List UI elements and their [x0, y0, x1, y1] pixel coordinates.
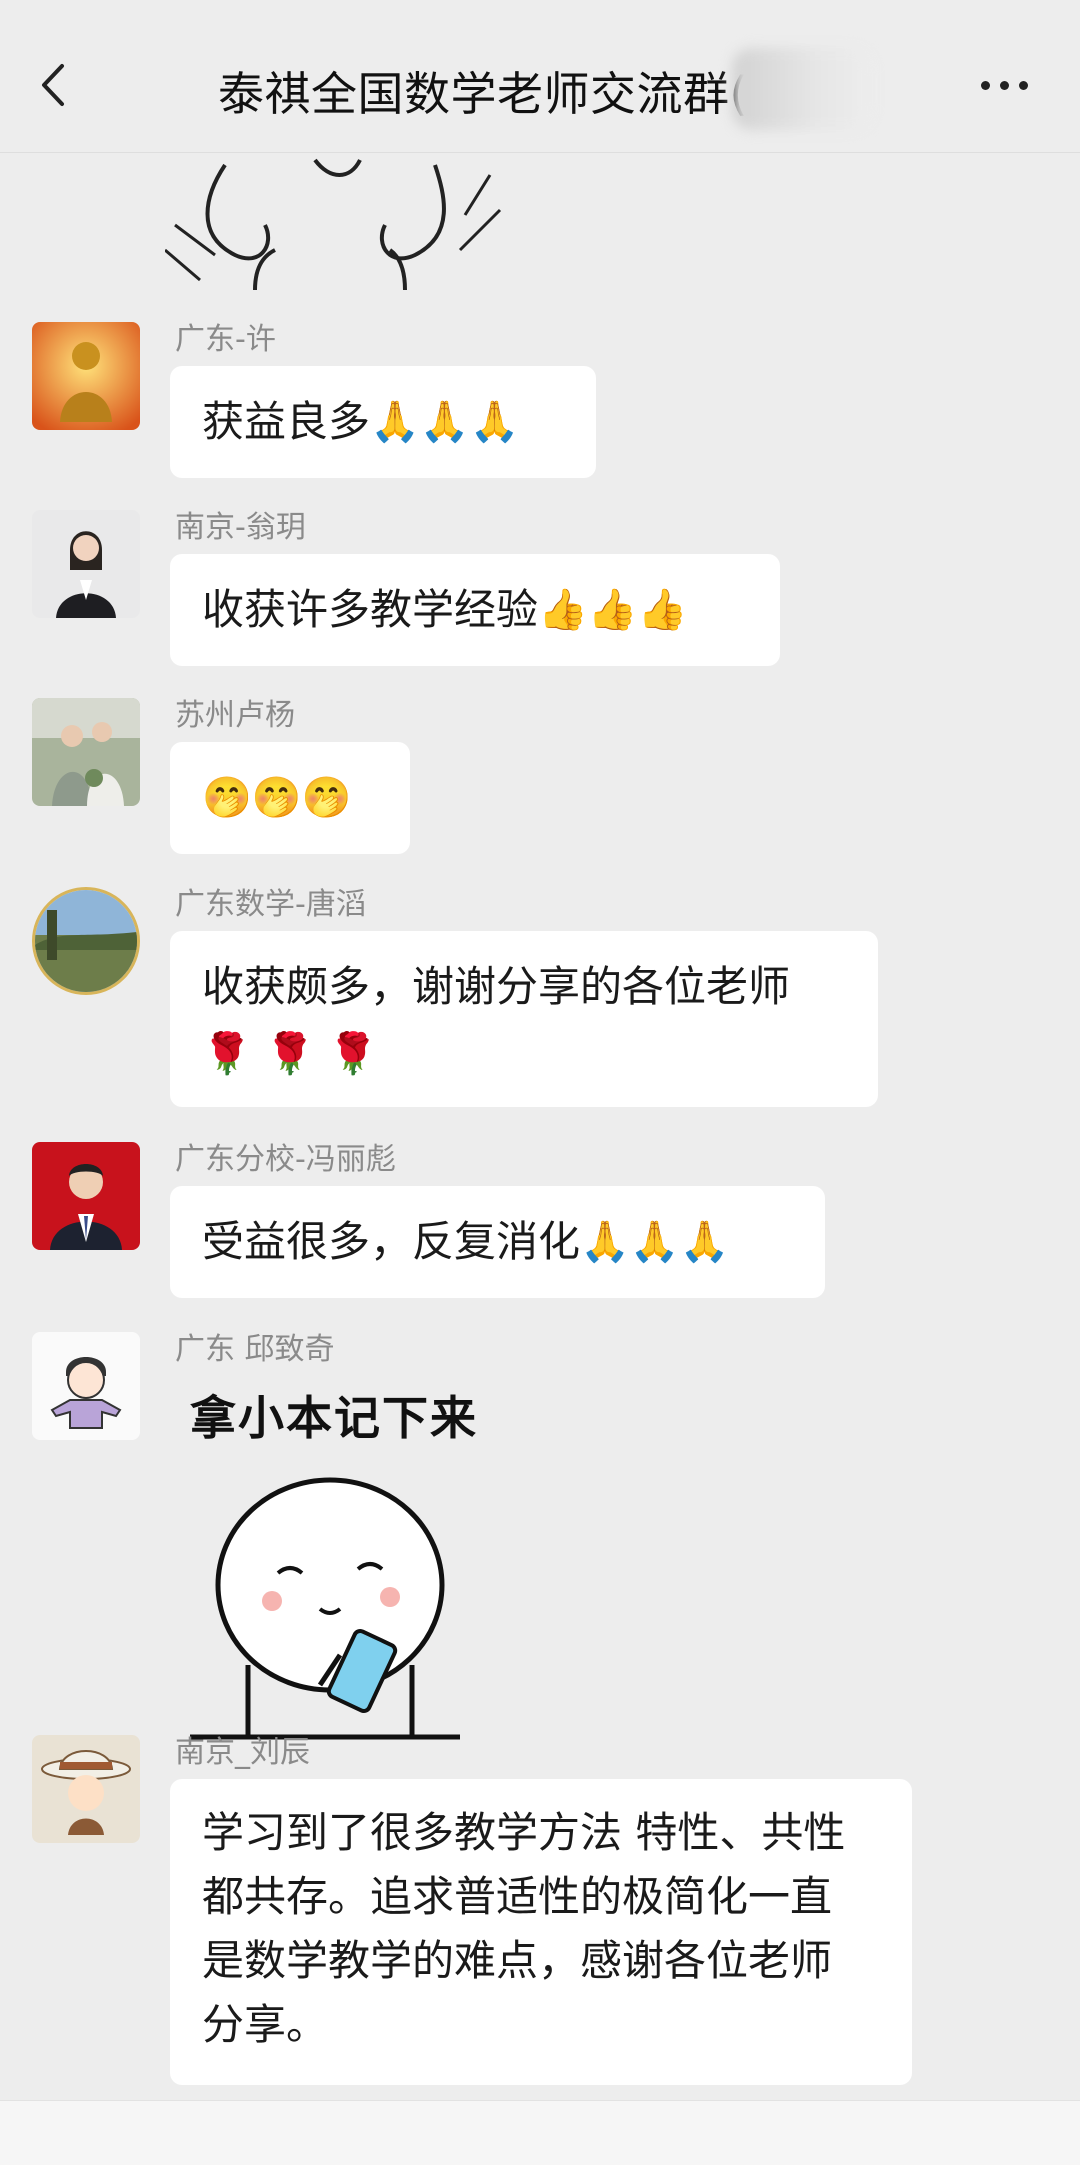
chevron-left-icon — [42, 64, 64, 106]
message-bubble[interactable]: 🤭 🤭 🤭 — [170, 742, 410, 854]
thumbs-up-emoji: 👍 — [538, 587, 588, 633]
sticker-caption: 拿小本记下来 — [190, 1391, 478, 1445]
message-bubble[interactable]: 学习到了很多教学方法 特性、共性 都共存。追求普适性的极简化一直 是数学教学的难… — [170, 1779, 912, 2085]
sender-name: 广东 邱致奇 — [175, 1332, 335, 1367]
rose-emoji: 🌹 — [202, 1030, 252, 1077]
cartoon-boy-avatar[interactable] — [32, 1332, 140, 1440]
sender-name: 苏州卢杨 — [175, 698, 295, 733]
pray-emoji: 🙏 — [580, 1219, 630, 1265]
chat-header: 泰祺全国数学老师交流群( — [0, 20, 1080, 153]
pray-emoji: 🙏 — [679, 1219, 730, 1265]
message-text-line: 是数学教学的难点，感谢各位老师 — [202, 1936, 833, 1985]
message-bubble[interactable]: 获益良多 🙏 🙏 🙏 — [170, 366, 596, 478]
pray-emoji: 🙏 — [419, 399, 470, 445]
thumbs-up-emoji: 👍 — [587, 587, 638, 633]
sender-name: 广东分校-冯丽彪 — [175, 1142, 396, 1177]
pray-emoji: 🙏 — [629, 1219, 680, 1265]
message-text: 受益很多，反复消化 — [202, 1217, 581, 1266]
sender-name: 南京_刘辰 — [175, 1735, 310, 1770]
rose-emoji: 🌹 — [328, 1030, 379, 1077]
face-hand-over-mouth-emoji: 🤭 — [202, 775, 252, 821]
message-text: 收获许多教学经验 — [202, 585, 539, 634]
face-hand-over-mouth-emoji: 🤭 — [301, 775, 352, 821]
pray-emoji: 🙏 — [469, 399, 520, 445]
input-bar[interactable] — [0, 2100, 1080, 2165]
thumbs-up-emoji: 👍 — [637, 587, 688, 633]
more-options-button[interactable] — [975, 70, 1035, 100]
sticker-partial — [165, 158, 502, 290]
sender-name: 广东-许 — [175, 322, 276, 357]
message-text: 获益良多 — [202, 397, 371, 446]
message-text-line: 都共存。追求普适性的极简化一直 — [202, 1872, 833, 1921]
woman-portrait-avatar[interactable] — [32, 510, 140, 618]
sender-name: 广东数学-唐滔 — [175, 887, 366, 922]
message-text-line: 分享。 — [202, 2000, 329, 2049]
face-hand-over-mouth-emoji: 🤭 — [251, 775, 302, 821]
message-text-line: 学习到了很多教学方法 特性、共性 — [202, 1808, 846, 1857]
chat-title: 泰祺全国数学老师交流群( — [218, 67, 748, 121]
message-bubble[interactable]: 收获颇多，谢谢分享的各位老师 🌹 🌹 🌹 — [170, 931, 878, 1107]
message-bubble[interactable]: 受益很多，反复消化 🙏 🙏 🙏 — [170, 1186, 825, 1298]
man-portrait-avatar[interactable] — [32, 1142, 140, 1250]
buddha-avatar[interactable] — [32, 322, 140, 430]
detective-cartoon-avatar[interactable] — [32, 1735, 140, 1843]
message-bubble[interactable]: 收获许多教学经验 👍 👍 👍 — [170, 554, 780, 666]
rose-emoji: 🌹 — [265, 1030, 315, 1077]
landscape-avatar[interactable] — [32, 887, 140, 995]
back-button[interactable] — [30, 60, 80, 110]
status-bar — [0, 0, 1080, 20]
sender-name: 南京-翁玥 — [175, 510, 306, 545]
pray-emoji: 🙏 — [370, 399, 420, 445]
message-text: 收获颇多，谢谢分享的各位老师 — [202, 962, 791, 1011]
blurred-member-count — [732, 48, 872, 130]
couple-photo-avatar[interactable] — [32, 698, 140, 806]
